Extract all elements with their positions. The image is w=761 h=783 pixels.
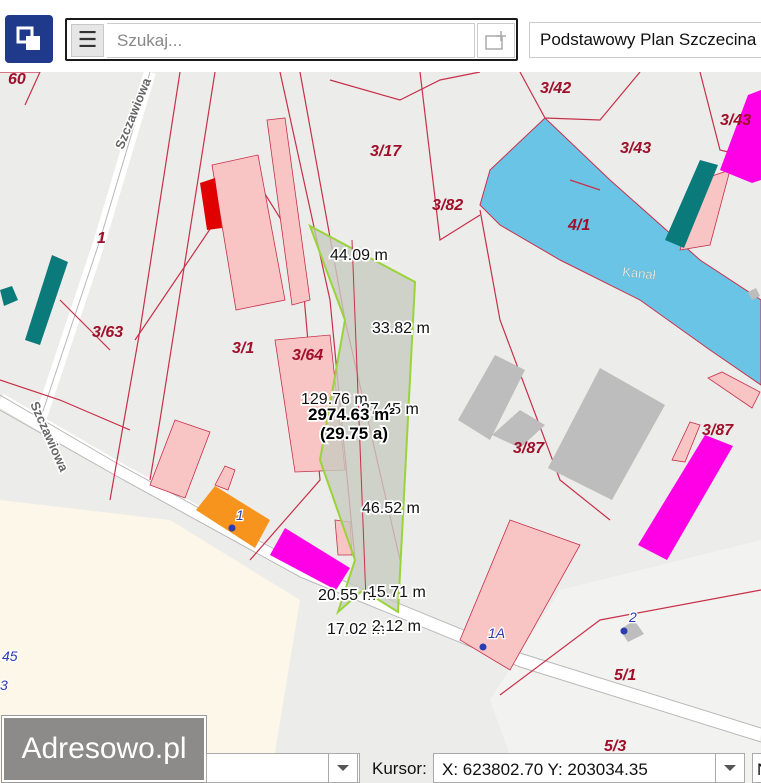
parcel-label: 60: [8, 71, 26, 88]
parcel-label: 5/1: [614, 667, 636, 684]
parcel-label: 3/63: [92, 324, 123, 341]
parcel-label: 3/43: [620, 140, 651, 157]
address-number: 3: [0, 677, 8, 693]
parcel-label: 3/64: [292, 347, 323, 364]
parcel-label: 3/82: [432, 197, 463, 214]
address-number: 45: [2, 648, 18, 664]
measurement-label: 33.82 m: [372, 320, 430, 337]
hamburger-icon: ☰: [77, 28, 98, 53]
layers-icon: [16, 26, 40, 50]
measurement-label: 2.12 m: [372, 618, 421, 635]
coordinate-system-toggle[interactable]: [715, 753, 745, 783]
area-label: 2974.63 m²: [308, 405, 395, 424]
area-ares-label: (29.75 a): [320, 424, 388, 443]
parcel-label: 3/42: [540, 80, 571, 97]
search-box: ☰: [65, 18, 518, 61]
cursor-label: Kursor:: [372, 759, 427, 778]
measurement-label: 15.71 m: [368, 584, 426, 601]
search-input[interactable]: [107, 23, 475, 58]
parcel-label: 3/87: [702, 422, 734, 439]
address-number: 2: [628, 609, 637, 625]
measurement-label: 44.09 m: [330, 247, 388, 264]
brand-logo: Adresowo.pl: [2, 716, 206, 782]
chevron-down-icon: [724, 765, 736, 771]
add-window-icon: [485, 30, 506, 50]
bottom-status-bar: Kursor: X: 623802.70 Y: 203034.35 N: [206, 753, 761, 783]
parcel-label: 3/17: [370, 143, 402, 160]
plan-select[interactable]: Podstawowy Plan Szczecina: [529, 22, 761, 58]
top-toolbar: ☰ Podstawowy Plan Szczecina: [0, 0, 761, 72]
hamburger-menu-button[interactable]: ☰: [71, 24, 104, 57]
chevron-down-icon: [337, 765, 349, 771]
parcel-label: 1: [97, 230, 106, 247]
map-canvas[interactable]: 60 3/42 3/43 3/17 3/43 3/82 4/1 1 3/63 3…: [0, 0, 761, 783]
parcel-label: 3/87: [513, 440, 545, 457]
parcel-label: 3/43: [720, 112, 751, 129]
measurement-label: 46.52 m: [362, 500, 420, 517]
cursor-coordinates: X: 623802.70 Y: 203034.35: [433, 753, 716, 783]
parcel-label: 4/1: [567, 217, 590, 234]
coordinate-extra-field: N: [752, 753, 761, 783]
address-number: 1A: [488, 625, 505, 641]
scale-select-toggle[interactable]: [328, 753, 358, 783]
search-add-button[interactable]: [477, 23, 515, 58]
address-number: 1: [236, 507, 244, 523]
app-menu-button[interactable]: [5, 15, 53, 63]
parcel-label: 3/1: [232, 340, 254, 357]
